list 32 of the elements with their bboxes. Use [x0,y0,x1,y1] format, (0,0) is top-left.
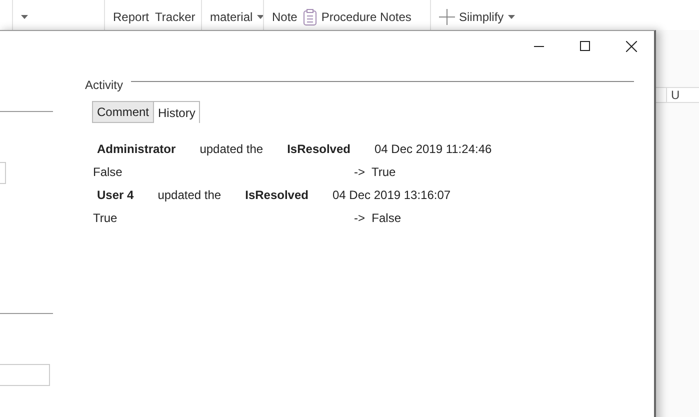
field-name: IsResolved [287,142,350,156]
clipboard-icon [303,8,318,26]
caret-icon [508,15,515,19]
old-value: True [93,210,118,224]
ribbon-button[interactable]: Tracker [155,10,196,24]
maximize-icon [580,41,590,51]
procedure-notes-button[interactable]: Procedure Notes [303,8,412,26]
close-icon [626,40,636,52]
user-name: Administrator [97,142,176,156]
ribbon-dropdown[interactable]: material [210,10,264,24]
timestamp: 04 Dec 2019 13:16:07 [332,188,451,202]
user-name: User 4 [97,188,134,202]
caret-icon [256,15,264,19]
column-header: U [666,88,699,102]
action-text: updated the [158,188,222,202]
tab[interactable]: Comment [92,101,154,123]
siimplify-dropdown[interactable]: Siimplify [439,9,515,25]
section-title: Activity [85,78,124,92]
dropdown-button[interactable] [21,15,28,19]
caret-icon [21,15,28,19]
plus-icon [439,9,455,25]
ribbon-button[interactable]: Note [272,10,298,24]
new-value: -> False [354,210,402,224]
action-text: updated the [200,142,264,156]
tab[interactable]: History [153,101,200,123]
field-name: IsResolved [245,188,308,202]
timestamp: 04 Dec 2019 11:24:46 [374,142,492,156]
dropdown-field[interactable] [0,162,6,184]
old-value: False [93,164,124,178]
input-field[interactable] [0,364,50,386]
ribbon-button[interactable]: Report [113,10,150,24]
new-value: -> True [354,164,396,178]
